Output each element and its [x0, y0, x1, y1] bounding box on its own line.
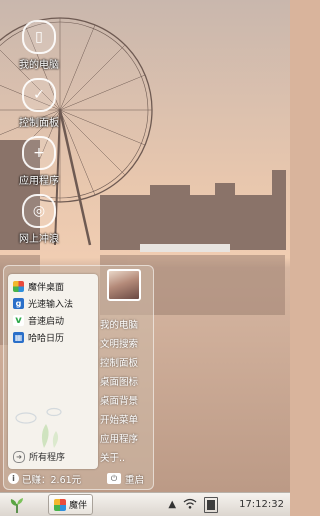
- app-item-calendar[interactable]: ▦ 哈哈日历: [8, 329, 98, 346]
- side-item-desktop-background[interactable]: 桌面背景: [100, 392, 152, 411]
- reboot-label: 重启: [124, 474, 144, 486]
- check-shield-icon: ✓: [22, 78, 56, 112]
- plus-icon: +: [22, 136, 56, 170]
- calendar-icon: ▦: [13, 332, 24, 343]
- desktop-icon-web-browse[interactable]: ◎ 网上冲浪: [6, 194, 72, 245]
- reboot-button[interactable]: ⏻ 重启: [106, 472, 144, 486]
- desktop-icon-label: 应用程序: [19, 176, 59, 187]
- power-icon: ⏻: [106, 473, 121, 484]
- side-item-my-computer[interactable]: 我的电脑: [100, 316, 152, 335]
- desktop-icon-label: 网上冲浪: [19, 234, 59, 245]
- system-tray: ▲ 17:12:32: [168, 493, 290, 516]
- input-g-icon: g: [13, 298, 24, 309]
- app-item-label: 哈哈日历: [28, 334, 65, 344]
- start-menu-footer: i 已赚：2.61元 ⏻ 重启: [8, 471, 148, 486]
- app-item-moban-desktop[interactable]: 魔伴桌面: [8, 278, 98, 295]
- v-check-icon: v: [13, 315, 24, 326]
- earned-text: 已赚：2.61元: [22, 474, 82, 486]
- desktop-icon-my-computer[interactable]: ▯ 我的电脑: [6, 20, 72, 71]
- app-list-panel: 魔伴桌面 g 光速输入法 v 音速启动 ▦ 哈哈日历 ➜ 所有程序: [8, 274, 98, 469]
- clock[interactable]: 17:12:32: [239, 499, 284, 510]
- side-item-control-panel[interactable]: 控制面板: [100, 354, 152, 373]
- app-item-quick-launch[interactable]: v 音速启动: [8, 312, 98, 329]
- all-programs-label: 所有程序: [29, 453, 66, 463]
- side-item-applications[interactable]: 应用程序: [100, 430, 152, 449]
- pinwheel-icon: [54, 498, 66, 511]
- app-item-input-method[interactable]: g 光速输入法: [8, 295, 98, 312]
- start-button[interactable]: [0, 493, 34, 516]
- decorative-illustration: [15, 407, 62, 448]
- pinwheel-icon: [13, 281, 24, 292]
- side-item-about[interactable]: 关于..: [100, 449, 152, 468]
- taskbar: 魔伴 ▲ 17:12:32: [0, 492, 290, 516]
- side-menu: 我的电脑 文明搜索 控制面板 桌面图标 桌面背景 开始菜单 应用程序 关于..: [100, 316, 152, 468]
- chevron-up-icon[interactable]: ▲: [168, 499, 176, 510]
- battery-icon[interactable]: [204, 496, 219, 513]
- desktop-icon-control-panel[interactable]: ✓ 控制面板: [6, 78, 72, 129]
- side-item-search[interactable]: 文明搜索: [100, 335, 152, 354]
- desktop-icon-applications[interactable]: + 应用程序: [6, 136, 72, 187]
- info-icon: i: [8, 473, 19, 484]
- phone-icon: ▯: [22, 20, 56, 54]
- desktop-icon-label: 控制面板: [19, 118, 59, 129]
- start-menu: 魔伴桌面 g 光速输入法 v 音速启动 ▦ 哈哈日历 ➜ 所有程序 我的电脑 文…: [3, 265, 154, 490]
- app-item-label: 魔伴桌面: [28, 283, 65, 293]
- all-programs-button[interactable]: ➜ 所有程序: [13, 450, 65, 463]
- arrow-right-icon: ➜: [13, 450, 25, 463]
- app-item-label: 光速输入法: [28, 300, 74, 310]
- plant-icon: [10, 497, 23, 513]
- taskbar-app-label: 魔伴: [69, 501, 88, 511]
- side-item-desktop-icons[interactable]: 桌面图标: [100, 373, 152, 392]
- app-item-label: 音速启动: [28, 317, 65, 327]
- taskbar-app-moban[interactable]: 魔伴: [48, 494, 94, 515]
- avatar[interactable]: [107, 269, 141, 301]
- side-item-start-menu[interactable]: 开始菜单: [100, 411, 152, 430]
- globe-icon: ◎: [22, 194, 56, 228]
- desktop-icon-label: 我的电脑: [19, 60, 59, 71]
- wifi-icon[interactable]: [183, 498, 197, 512]
